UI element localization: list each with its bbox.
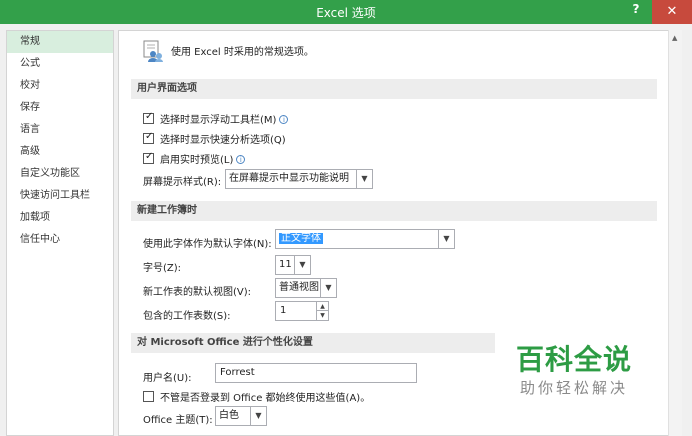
general-options-icon: [143, 40, 163, 62]
new-workbook-header: 新建工作簿时: [131, 201, 657, 221]
sidebar-item-customize-ribbon[interactable]: 自定义功能区: [7, 163, 113, 185]
livepreview-checkbox[interactable]: [143, 151, 154, 164]
default-view-select[interactable]: 普通视图 ▼: [275, 278, 337, 298]
default-font-label: 使用此字体作为默认字体(N):: [143, 239, 272, 250]
screentip-select[interactable]: 在屏幕提示中显示功能说明 ▼: [225, 169, 373, 189]
sidebar-item-add-ins[interactable]: 加载项: [7, 207, 113, 229]
spinner-buttons: ▲ ▼: [316, 302, 328, 320]
default-font-value: 正文字体: [279, 233, 323, 244]
minitoolbar-label: 选择时显示浮动工具栏(M): [160, 115, 277, 126]
help-button[interactable]: ?: [628, 2, 644, 16]
chevron-down-icon[interactable]: ▼: [294, 256, 310, 274]
sidebar-item-advanced[interactable]: 高级: [7, 141, 113, 163]
quickanalysis-checkbox[interactable]: [143, 131, 154, 144]
always-use-row[interactable]: 不管是否登录到 Office 都始终使用这些值(A)。: [143, 389, 370, 404]
sidebar-item-trust-center[interactable]: 信任中心: [7, 229, 113, 251]
screentip-label: 屏幕提示样式(R):: [143, 177, 222, 188]
font-size-select[interactable]: 11 ▼: [275, 255, 311, 275]
quickanalysis-row[interactable]: 选择时显示快速分析选项(Q): [143, 131, 286, 146]
spinner-down-icon[interactable]: ▼: [317, 311, 328, 320]
minitoolbar-checkbox[interactable]: [143, 111, 154, 124]
default-view-value: 普通视图: [279, 282, 319, 293]
vertical-scrollbar[interactable]: ▲: [668, 30, 682, 436]
office-theme-value: 白色: [219, 410, 239, 421]
info-icon: i: [279, 115, 289, 124]
font-size-value: 11: [279, 259, 292, 270]
watermark-sub-text: 助你轻松解决: [520, 379, 629, 397]
sheet-count-label: 包含的工作表数(S):: [143, 311, 231, 322]
window-title: Excel 选项: [316, 6, 376, 20]
always-use-label: 不管是否登录到 Office 都始终使用这些值(A)。: [160, 393, 371, 404]
username-value: Forrest: [220, 367, 255, 378]
sheet-count-value: 1: [280, 305, 287, 316]
chevron-down-icon[interactable]: ▼: [250, 407, 266, 425]
scroll-up-icon[interactable]: ▲: [672, 34, 677, 42]
sidebar: 常规 公式 校对 保存 语言 高级 自定义功能区 快速访问工具栏 加载项 信任中…: [6, 30, 114, 436]
watermark-main-text: 百科全说: [516, 343, 633, 376]
default-font-select[interactable]: 正文字体 ▼: [275, 229, 455, 249]
sidebar-item-language[interactable]: 语言: [7, 119, 113, 141]
username-label: 用户名(U):: [143, 373, 192, 384]
intro-text: 使用 Excel 时采用的常规选项。: [171, 47, 314, 58]
sidebar-item-quick-access-toolbar[interactable]: 快速访问工具栏: [7, 185, 113, 207]
sidebar-item-formulas[interactable]: 公式: [7, 53, 113, 75]
chevron-down-icon[interactable]: ▼: [438, 230, 454, 248]
screentip-value: 在屏幕提示中显示功能说明: [229, 173, 349, 184]
sidebar-item-save[interactable]: 保存: [7, 97, 113, 119]
quickanalysis-label: 选择时显示快速分析选项(Q): [160, 135, 286, 146]
livepreview-label: 启用实时预览(L): [160, 155, 234, 166]
personalize-header: 对 Microsoft Office 进行个性化设置: [131, 333, 495, 353]
office-theme-label: Office 主题(T):: [143, 415, 213, 426]
info-icon: i: [236, 155, 246, 164]
sidebar-item-proofing[interactable]: 校对: [7, 75, 113, 97]
livepreview-row[interactable]: 启用实时预览(L)i: [143, 151, 246, 166]
ui-options-header: 用户界面选项: [131, 79, 657, 99]
close-button[interactable]: ✕: [652, 0, 692, 24]
default-view-label: 新工作表的默认视图(V):: [143, 287, 252, 298]
office-theme-select[interactable]: 白色 ▼: [215, 406, 267, 426]
sidebar-item-general[interactable]: 常规: [7, 31, 113, 53]
chevron-down-icon[interactable]: ▼: [320, 279, 336, 297]
always-use-checkbox[interactable]: [143, 391, 154, 402]
minitoolbar-row[interactable]: 选择时显示浮动工具栏(M)i: [143, 111, 289, 126]
spinner-up-icon[interactable]: ▲: [317, 302, 328, 311]
font-size-label: 字号(Z):: [143, 263, 182, 274]
chevron-down-icon[interactable]: ▼: [356, 170, 372, 188]
username-input[interactable]: Forrest: [215, 363, 417, 383]
watermark-logo: 百科全说 助你轻松解决: [516, 344, 632, 398]
title-bar: Excel 选项 ? ✕: [0, 0, 692, 24]
sheet-count-spinner[interactable]: 1 ▲ ▼: [275, 301, 329, 321]
